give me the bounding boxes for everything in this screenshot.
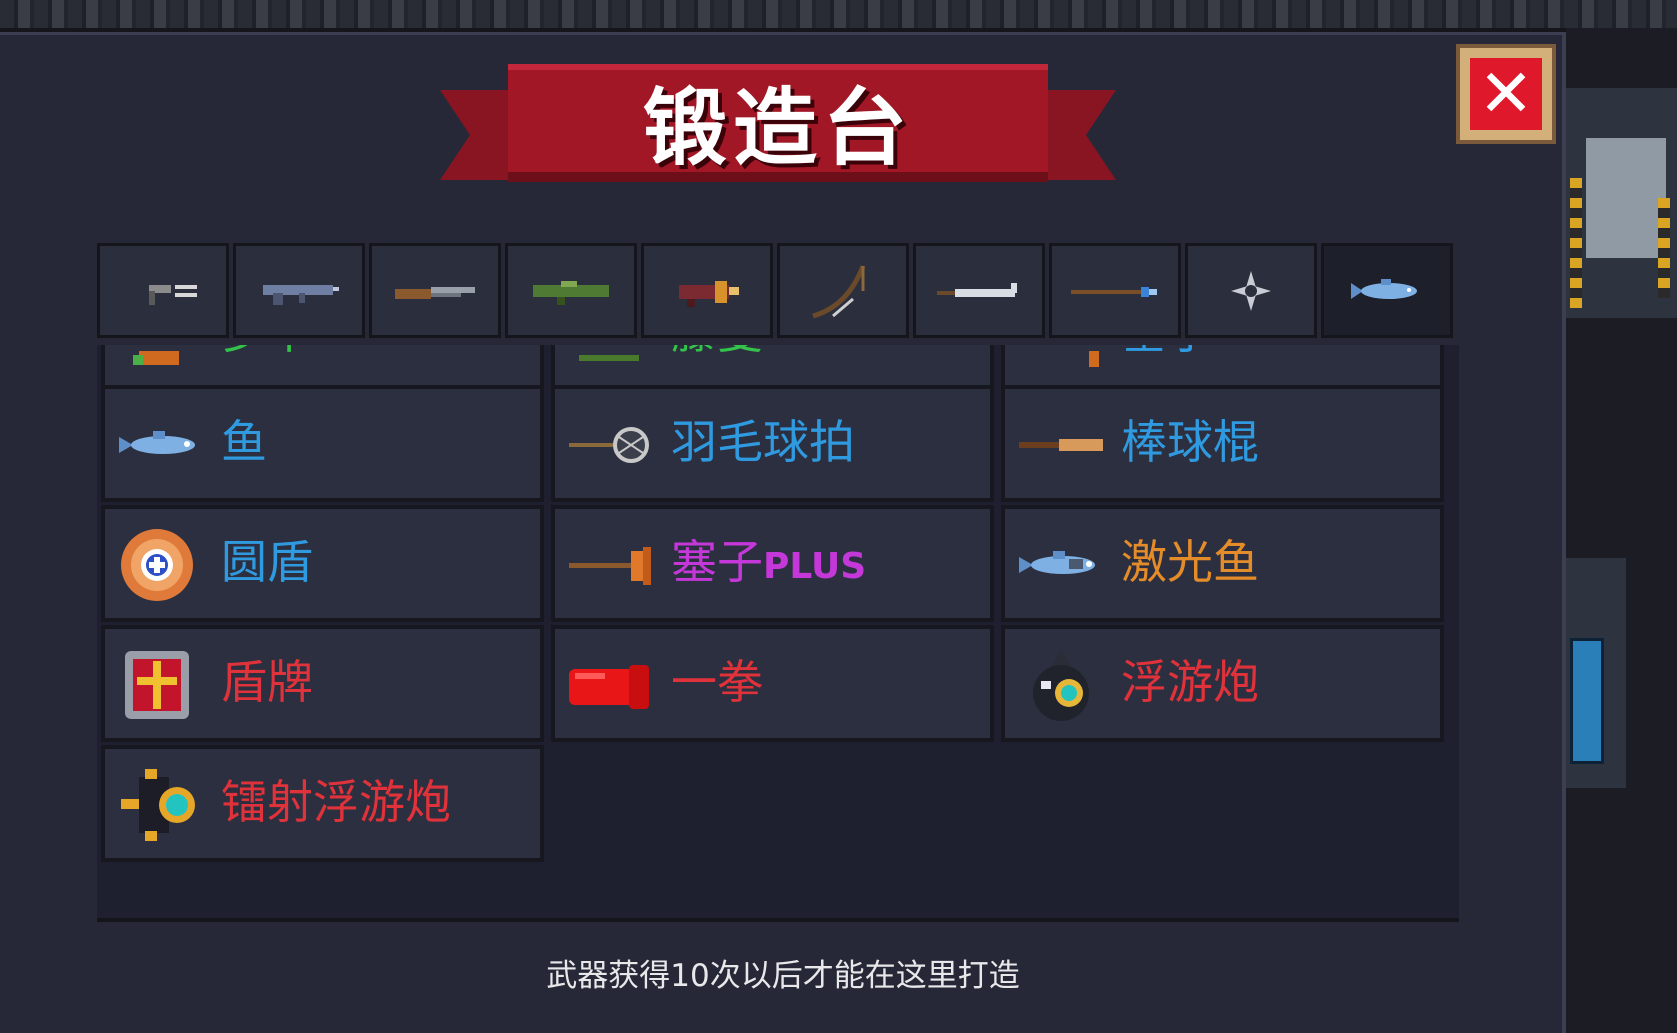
rifle-icon xyxy=(263,284,339,305)
item-name: 棒球棍 xyxy=(1121,415,1259,469)
weapon-category-tabs xyxy=(97,243,1459,340)
item-name: 羽毛球拍 xyxy=(671,415,855,469)
background-scenery-top xyxy=(0,0,1677,28)
laser-gun-icon xyxy=(679,280,739,307)
tab-pistol[interactable] xyxy=(97,243,229,338)
title-banner: 锻造台 xyxy=(440,60,1116,220)
plus-badge: PLUS xyxy=(763,546,867,587)
fish-icon xyxy=(119,431,195,454)
laser-fish-icon xyxy=(1019,551,1095,574)
pistol-icon xyxy=(149,284,197,305)
banner-ribbon: 锻造台 xyxy=(508,64,1048,182)
baseball-bat-icon xyxy=(1019,439,1103,451)
tab-sword[interactable] xyxy=(913,243,1045,338)
tab-laser-gun[interactable] xyxy=(641,243,773,338)
list-item[interactable]: 塞子PLUS xyxy=(551,505,994,622)
plunger-icon xyxy=(569,547,651,585)
list-item[interactable]: 鱼 xyxy=(101,385,544,502)
item-name: 藤曼 xyxy=(671,345,763,361)
item-name: 梦下 xyxy=(221,345,313,361)
rocket-launcher-icon xyxy=(533,280,609,305)
item-name: 激光鱼 xyxy=(1121,535,1259,589)
fish-icon xyxy=(1351,278,1417,299)
list-item[interactable]: 镭射浮游炮 xyxy=(101,745,544,862)
fist-icon xyxy=(569,665,649,709)
sword-icon xyxy=(937,282,1017,297)
tab-rifle[interactable] xyxy=(233,243,365,338)
tab-fish[interactable] xyxy=(1321,243,1453,338)
carrot-icon xyxy=(133,351,179,365)
shotgun-icon xyxy=(395,286,475,299)
list-item[interactable]: 盾牌 xyxy=(101,625,544,742)
badminton-racket-icon xyxy=(569,427,649,463)
item-name: 圆盾 xyxy=(221,535,313,589)
page-title: 锻造台 xyxy=(642,78,913,177)
shield-icon xyxy=(125,651,189,719)
plunger-icon xyxy=(1089,351,1099,367)
round-shield-icon xyxy=(121,529,193,601)
tab-rocket-launcher[interactable] xyxy=(505,243,637,338)
item-name: 塞子PLUS xyxy=(671,535,867,589)
item-name: 浮游炮 xyxy=(1121,655,1259,709)
list-item[interactable]: 激光鱼 xyxy=(1001,505,1444,622)
close-button[interactable]: ✕ xyxy=(1456,44,1556,144)
item-name: 一拳 xyxy=(671,655,763,709)
item-name: 盾牌 xyxy=(221,655,313,709)
close-icon: ✕ xyxy=(1470,58,1542,130)
background-scenery-right xyxy=(1566,28,1677,1033)
forge-hint-text: 武器获得10次以后才能在这里打造 xyxy=(546,958,1020,994)
vine-icon xyxy=(579,355,639,361)
tab-bow[interactable] xyxy=(777,243,909,338)
tab-shuriken[interactable] xyxy=(1185,243,1317,338)
tab-spear[interactable] xyxy=(1049,243,1181,338)
item-name: 塞子 xyxy=(1121,345,1213,361)
list-item[interactable]: 羽毛球拍 xyxy=(551,385,994,502)
bow-icon xyxy=(812,264,866,318)
list-item[interactable]: 一拳 xyxy=(551,625,994,742)
list-item[interactable]: 棒球棍 xyxy=(1001,385,1444,502)
spear-icon xyxy=(1071,286,1157,297)
floating-cannon-icon xyxy=(1033,649,1089,721)
list-item[interactable]: 圆盾 xyxy=(101,505,544,622)
forge-item-grid: 梦下 藤曼 塞子 鱼 羽毛球拍 棒球棍 xyxy=(97,345,1459,922)
laser-floating-cannon-icon xyxy=(121,769,195,841)
shuriken-icon xyxy=(1231,270,1271,311)
item-name: 鱼 xyxy=(221,415,267,469)
list-item[interactable]: 浮游炮 xyxy=(1001,625,1444,742)
tab-shotgun[interactable] xyxy=(369,243,501,338)
item-name: 镭射浮游炮 xyxy=(221,775,451,829)
